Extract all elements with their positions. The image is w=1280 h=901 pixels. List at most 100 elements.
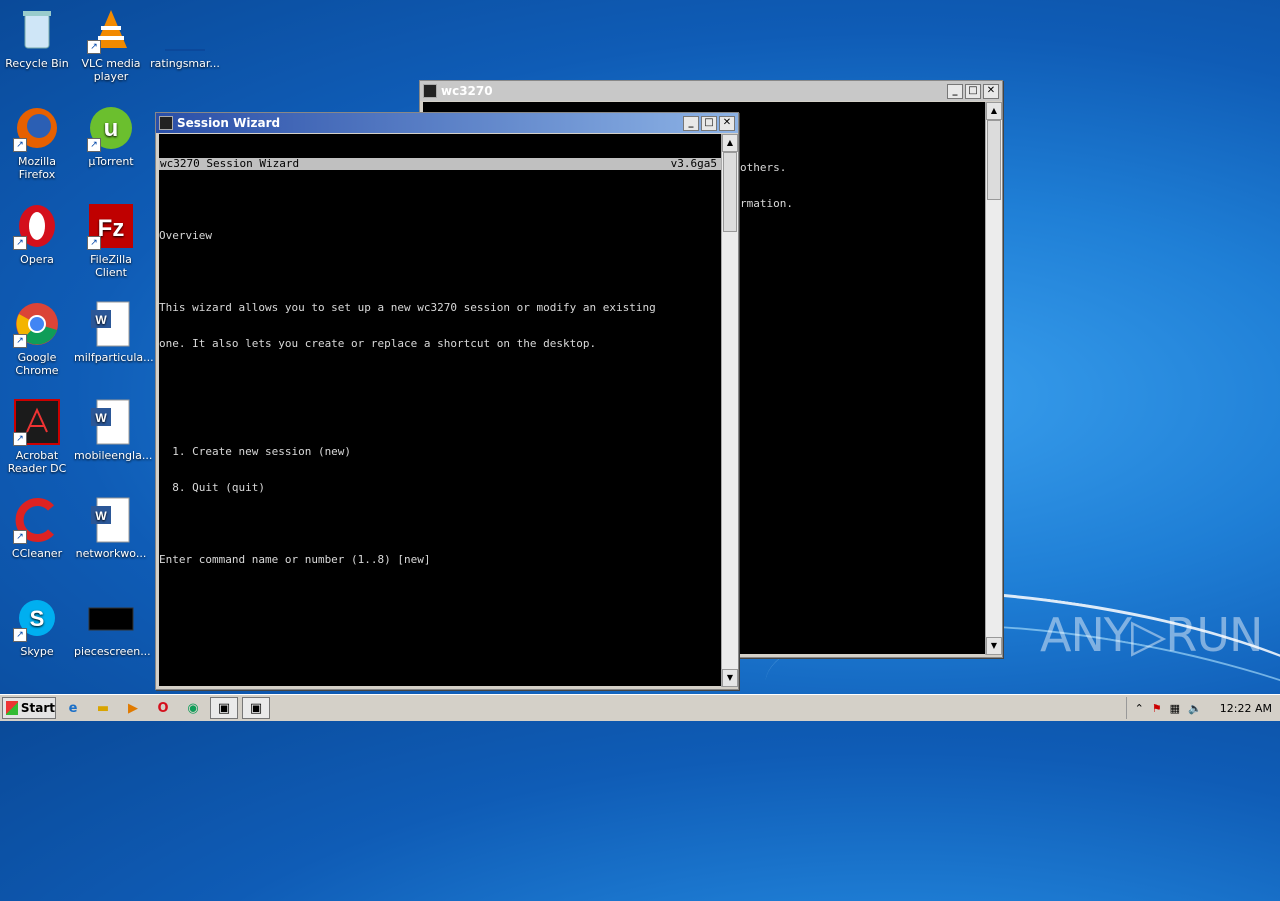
close-button[interactable]: ✕ (719, 115, 735, 131)
desktop-icon-word-doc[interactable]: W networkwo... (74, 496, 148, 560)
desktop-icon-label: Recycle Bin (5, 57, 69, 70)
image-thumbnail-icon (87, 594, 135, 642)
maximize-button[interactable]: □ (701, 115, 717, 131)
window-title: Session Wizard (177, 116, 281, 130)
scroll-up-arrow-icon[interactable]: ▲ (986, 102, 1002, 120)
desktop-icon-label: µTorrent (88, 155, 134, 168)
description-line: one. It also lets you create or replace … (159, 337, 597, 350)
word-document-icon: W (87, 496, 135, 544)
desktop-icon-ccleaner[interactable]: ↗ CCleaner (0, 496, 74, 560)
scrollbar-thumb[interactable] (723, 152, 737, 232)
description-line: This wizard allows you to set up a new w… (159, 301, 656, 314)
desktop-icon-recycle-bin[interactable]: Recycle Bin (0, 6, 74, 70)
recycle-bin-icon (13, 6, 61, 54)
desktop-icon-word-doc[interactable]: W mobileengla... (74, 398, 153, 462)
session-wizard-titlebar[interactable]: Session Wizard _ □ ✕ (156, 113, 738, 133)
close-button[interactable]: ✕ (983, 83, 999, 99)
vertical-scrollbar[interactable]: ▲ ▼ (985, 102, 1002, 655)
desktop-icon-ratings-file[interactable]: ratingsmar... (148, 6, 222, 70)
shortcut-arrow-icon: ↗ (87, 40, 101, 54)
console-app-icon: ▣ (217, 700, 231, 716)
desktop-icon-opera[interactable]: ↗ Opera (0, 202, 74, 266)
shortcut-arrow-icon: ↗ (13, 236, 27, 250)
desktop-icon-firefox[interactable]: ↗ Mozilla Firefox (0, 104, 74, 181)
desktop-icon-skype[interactable]: S ↗ Skype (0, 594, 74, 658)
wizard-header-title: wc3270 Session Wizard (160, 157, 300, 170)
menu-option-new: 1. Create new session (new) (159, 445, 352, 458)
taskbar-media-player-button[interactable]: ▶ (120, 698, 146, 718)
console-app-icon (159, 116, 173, 130)
svg-text:W: W (95, 313, 107, 327)
vlc-icon: ↗ (87, 6, 135, 54)
desktop-icon-label: ratingsmar... (150, 57, 220, 70)
shortcut-arrow-icon: ↗ (13, 138, 27, 152)
wizard-version: v3.6ga5 (670, 157, 717, 170)
desktop-icon-label: VLC media player (81, 57, 141, 83)
shortcut-arrow-icon: ↗ (13, 628, 27, 642)
desktop-icon-vlc[interactable]: ↗ VLC media player (74, 6, 148, 83)
acrobat-icon: ↗ (13, 398, 61, 446)
console-app-icon (423, 84, 437, 98)
console-app-icon: ▣ (249, 700, 263, 716)
taskbar-chrome-button[interactable]: ◉ (180, 698, 206, 718)
opera-icon: ↗ (13, 202, 61, 250)
action-center-flag-icon[interactable]: ⚑ (1152, 702, 1162, 715)
folder-icon: ▬ (96, 700, 110, 716)
taskbar-session-wizard-button[interactable]: ▣ (242, 697, 270, 719)
command-prompt[interactable]: Enter command name or number (1..8) [new… (159, 554, 721, 566)
maximize-button[interactable]: □ (965, 83, 981, 99)
word-document-icon: W (87, 398, 135, 446)
svg-text:u: u (104, 115, 119, 142)
desktop-icon-label: CCleaner (11, 547, 63, 560)
desktop-icon-word-doc[interactable]: W milfparticula... (74, 300, 154, 364)
desktop-icon-label: mobileengla... (74, 449, 153, 462)
minimize-button[interactable]: _ (947, 83, 963, 99)
wc3270-titlebar[interactable]: wc3270 _ □ ✕ (420, 81, 1002, 101)
session-wizard-window[interactable]: Session Wizard _ □ ✕ wc3270 Session Wiza… (155, 112, 739, 690)
show-hidden-icons-icon[interactable]: ⌃ (1135, 702, 1144, 715)
taskbar-opera-button[interactable]: O (150, 698, 176, 718)
desktop-icon-label: Mozilla Firefox (18, 155, 56, 181)
menu-option-quit: 8. Quit (quit) (159, 481, 265, 494)
volume-icon[interactable]: 🔈 (1188, 702, 1202, 715)
scroll-up-arrow-icon[interactable]: ▲ (722, 134, 738, 152)
scroll-down-arrow-icon[interactable]: ▼ (722, 669, 738, 687)
network-icon[interactable]: ▦ (1170, 702, 1180, 715)
windows-flag-icon (6, 701, 18, 715)
desktop-icon-label: piecescreen... (74, 645, 151, 658)
desktop-icon-utorrent[interactable]: u ↗ µTorrent (74, 104, 148, 168)
desktop-icon-image-file[interactable]: piecescreen... (74, 594, 151, 658)
scrollbar-thumb[interactable] (987, 120, 1001, 200)
minimize-button[interactable]: _ (683, 115, 699, 131)
shortcut-arrow-icon: ↗ (13, 334, 27, 348)
desktop-icon-acrobat[interactable]: ↗ Acrobat Reader DC (0, 398, 74, 475)
window-title: wc3270 (441, 84, 493, 98)
overview-heading: Overview (159, 229, 212, 242)
taskbar-ie-button[interactable]: e (60, 698, 86, 718)
utorrent-icon: u ↗ (87, 104, 135, 152)
start-label: Start (20, 701, 55, 715)
desktop-icon-label: networkwo... (75, 547, 147, 560)
wizard-console[interactable]: wc3270 Session Wizard v3.6ga5 ​ Overview… (159, 134, 721, 686)
desktop-icon-chrome[interactable]: ↗ Google Chrome (0, 300, 74, 377)
taskbar: Start e ▬ ▶ O ◉ ▣ ▣ ⌃ ⚑ ▦ 🔈 12:22 AM (0, 694, 1280, 721)
chrome-icon: ◉ (187, 700, 199, 716)
opera-icon: O (157, 700, 169, 716)
firefox-icon: ↗ (13, 104, 61, 152)
anyrun-watermark: ANY▷RUN (1040, 608, 1263, 662)
scroll-down-arrow-icon[interactable]: ▼ (986, 637, 1002, 655)
taskbar-explorer-button[interactable]: ▬ (90, 698, 116, 718)
ccleaner-icon: ↗ (13, 496, 61, 544)
chrome-icon: ↗ (13, 300, 61, 348)
desktop-icon-label: Acrobat Reader DC (7, 449, 67, 475)
shortcut-arrow-icon: ↗ (87, 236, 101, 250)
filezilla-icon: Fz ↗ (87, 202, 135, 250)
shortcut-arrow-icon: ↗ (13, 432, 27, 446)
clock[interactable]: 12:22 AM (1220, 702, 1272, 715)
start-button[interactable]: Start (2, 697, 56, 719)
desktop-icon-label: Skype (20, 645, 54, 658)
desktop-icon-filezilla[interactable]: Fz ↗ FileZilla Client (74, 202, 148, 279)
taskbar-wc3270-button[interactable]: ▣ (210, 697, 238, 719)
vertical-scrollbar[interactable]: ▲ ▼ (721, 134, 738, 687)
media-player-icon: ▶ (128, 700, 138, 716)
